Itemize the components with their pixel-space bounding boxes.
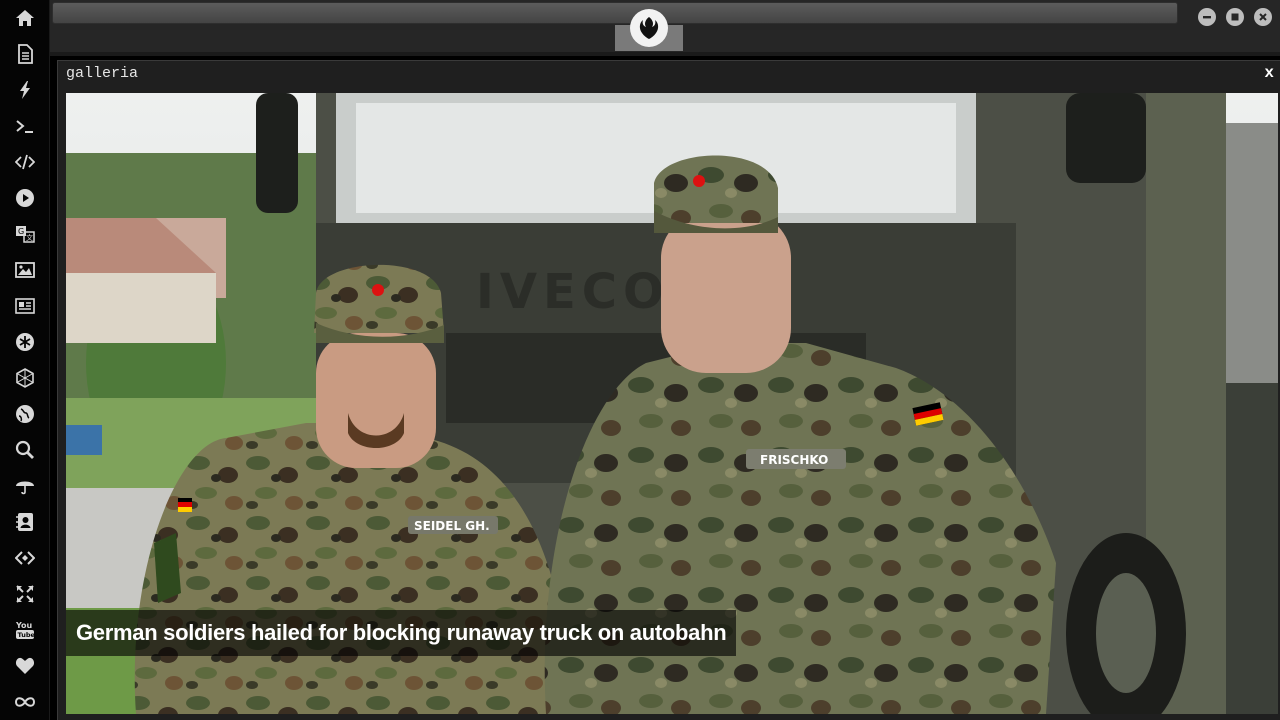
umbrella-icon — [16, 481, 34, 495]
play-icon — [16, 189, 34, 207]
svg-text:Tube: Tube — [18, 631, 36, 639]
sidebar-item-image[interactable] — [0, 252, 50, 288]
infinity-icon — [15, 697, 35, 707]
sidebar-item-play[interactable] — [0, 180, 50, 216]
hexagon-icon — [16, 368, 34, 388]
heart-icon — [15, 657, 35, 674]
sidebar-item-lightning[interactable] — [0, 72, 50, 108]
svg-text:G: G — [18, 227, 24, 236]
sidebar-item-code[interactable] — [0, 144, 50, 180]
sidebar-item-heart[interactable] — [0, 648, 50, 684]
sidebar-item-translate[interactable]: G文 — [0, 216, 50, 252]
svg-text:You: You — [15, 621, 33, 630]
truck-grille-text: IVECO — [476, 264, 670, 320]
sidebar-item-search[interactable] — [0, 432, 50, 468]
sidebar-item-youtube[interactable]: You Tube — [0, 612, 50, 648]
maximize-button[interactable] — [1226, 8, 1244, 26]
topbar-divider — [50, 52, 1280, 56]
image-icon — [15, 262, 35, 278]
sidebar-item-asterisk[interactable] — [0, 324, 50, 360]
search-icon — [15, 440, 34, 459]
code-icon — [15, 154, 35, 170]
asterisk-icon — [16, 333, 34, 351]
top-bar — [50, 0, 1280, 56]
sidebar-item-expand[interactable] — [0, 576, 50, 612]
sidebar-item-news[interactable] — [0, 288, 50, 324]
name-tape-right-text: FRISCHKO — [760, 453, 828, 467]
address-bar[interactable] — [52, 2, 1178, 24]
rebel-alliance-logo-icon[interactable] — [630, 9, 668, 47]
document-icon — [18, 44, 33, 64]
terminal-icon — [16, 120, 33, 133]
name-tape-left-text: SEIDEL GH. — [414, 519, 490, 533]
lightning-icon — [20, 81, 30, 99]
close-icon — [1259, 13, 1267, 21]
sidebar-item-terminal[interactable] — [0, 108, 50, 144]
minimize-icon — [1203, 16, 1211, 19]
panel-title: galleria — [66, 65, 139, 82]
sidebar-item-home[interactable] — [0, 0, 50, 36]
contact-icon — [16, 513, 33, 531]
newspaper-icon — [15, 298, 35, 314]
code-fork-icon — [15, 551, 35, 565]
panel-close-button[interactable]: x — [1264, 64, 1274, 82]
translate-icon: G文 — [16, 226, 35, 243]
sidebar-item-infinity[interactable] — [0, 684, 50, 720]
expand-icon — [16, 585, 34, 603]
maximize-icon — [1231, 13, 1239, 21]
sidebar-item-umbrella[interactable] — [0, 468, 50, 504]
sidebar-item-globe[interactable] — [0, 396, 50, 432]
sidebar: G文 You Tube — [0, 0, 50, 720]
globe-icon — [16, 405, 34, 423]
minimize-button[interactable] — [1198, 8, 1216, 26]
home-icon — [16, 10, 34, 26]
sidebar-item-code-fork[interactable] — [0, 540, 50, 576]
youtube-icon: YouTube — [15, 621, 36, 639]
sidebar-item-document[interactable] — [0, 36, 50, 72]
photo-caption-box: German soldiers hailed for blocking runa… — [66, 610, 737, 656]
photo-caption: German soldiers hailed for blocking runa… — [76, 620, 727, 645]
close-window-button[interactable] — [1254, 8, 1272, 26]
sidebar-item-contact[interactable] — [0, 504, 50, 540]
svg-text:文: 文 — [26, 233, 33, 242]
sidebar-item-hexagon[interactable] — [0, 360, 50, 396]
